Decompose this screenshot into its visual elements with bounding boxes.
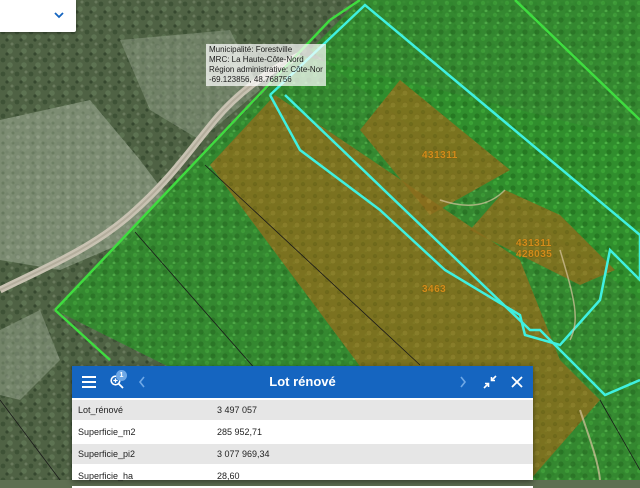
attribute-key: Lot_rénové: [72, 400, 211, 422]
popup-header: 1 Lot rénové: [72, 366, 533, 398]
attribute-value: 3 497 057: [211, 400, 533, 422]
attribute-value: 285 952,71: [211, 421, 533, 444]
attribute-value: 28,60: [211, 465, 533, 488]
location-tooltip: Municipalité: Forestville MRC: La Haute-…: [206, 44, 326, 86]
collapse-button[interactable]: [479, 366, 501, 398]
attribute-key: Superficie_ha: [72, 465, 211, 488]
close-icon[interactable]: [511, 376, 523, 388]
next-feature-button[interactable]: [455, 366, 471, 398]
feature-popup: 1 Lot rénové Lot_rénové 3 497 057 Superf…: [72, 366, 533, 488]
chevron-right-icon[interactable]: [459, 376, 467, 388]
attribute-table: Lot_rénové 3 497 057 Superficie_m2 285 9…: [72, 400, 533, 488]
tooltip-region: Région administrative: Côte-Nord: [209, 65, 323, 74]
tooltip-municipality: Municipalité: Forestville: [209, 45, 293, 54]
table-row: Lot_rénové 3 497 057: [72, 400, 533, 422]
table-row: Superficie_ha 28,60: [72, 465, 533, 488]
attribute-key: Superficie_m2: [72, 421, 211, 444]
collapse-icon[interactable]: [483, 375, 497, 389]
tooltip-mrc: MRC: La Haute-Côte-Nord: [209, 55, 304, 64]
close-button[interactable]: [506, 366, 528, 398]
lot-label: 431311: [422, 150, 458, 161]
lot-label: 431311: [516, 238, 552, 249]
attribute-key: Superficie_pi2: [72, 443, 211, 466]
table-row: Superficie_pi2 3 077 969,34: [72, 443, 533, 466]
table-row: Superficie_m2 285 952,71: [72, 421, 533, 444]
lot-label: 428035: [516, 249, 553, 260]
chevron-down-icon[interactable]: [53, 9, 65, 21]
tooltip-coords: -69.123856, 48.768756: [209, 75, 292, 84]
attribute-value: 3 077 969,34: [211, 443, 533, 466]
lot-label: 3463: [422, 284, 447, 295]
layer-dropdown[interactable]: [0, 0, 76, 32]
